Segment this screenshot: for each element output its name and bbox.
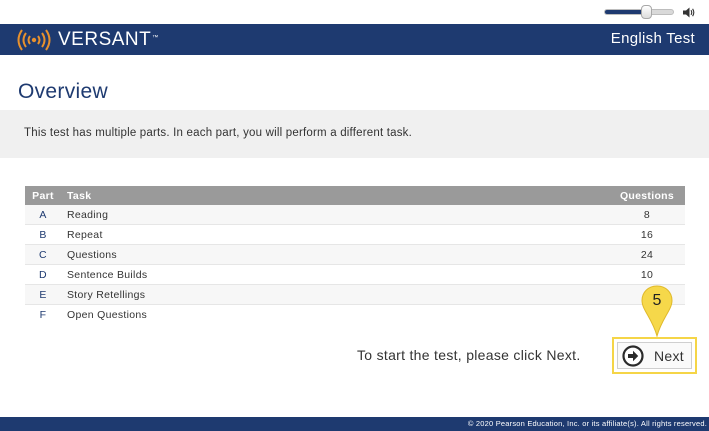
app-header: VERSANT ™ English Test [0,24,709,55]
column-header-questions: Questions [609,186,685,205]
versant-logo: VERSANT ™ [14,28,158,52]
question-count: 8 [609,205,685,225]
volume-slider[interactable] [604,9,674,15]
volume-fill [605,10,646,14]
page-footer: © 2020 Pearson Education, Inc. or its af… [0,417,709,431]
task-name: Reading [61,205,609,225]
speaker-icon[interactable] [683,7,695,18]
part-letter: D [25,264,61,285]
part-letter: F [39,308,47,321]
sound-wave-logo-icon [17,29,51,51]
table-header-row: Part Task Questions [25,186,685,205]
brand-name: VERSANT [58,29,152,50]
table-row: E Story Retellings [25,284,685,305]
intro-panel: This test has multiple parts. In each pa… [0,110,709,158]
question-count: 16 [609,224,685,245]
question-count: 10 [609,264,685,285]
volume-bar [0,0,709,24]
task-name: Open Questions [67,308,148,321]
task-name: Story Retellings [61,284,609,305]
next-button-label[interactable]: Next [654,348,684,364]
table-row: D Sentence Builds 10 [25,264,685,285]
intro-text: This test has multiple parts. In each pa… [24,127,413,139]
test-parts-table: Part Task Questions A Reading 8 B Repeat… [25,186,685,324]
page-title: Overview [18,80,108,103]
brand-trademark: ™ [152,35,159,41]
copyright-text: © 2020 Pearson Education, Inc. or its af… [467,419,707,428]
column-header-task: Task [61,186,609,205]
test-title: English Test [610,30,695,47]
task-name: Repeat [61,224,609,245]
part-letter: A [25,205,61,225]
table-row: B Repeat 16 [25,224,685,245]
next-button[interactable]: Next [612,337,697,374]
part-letter: B [25,224,61,245]
table-row: F Open Questions [25,305,685,325]
part-letter: E [25,284,61,305]
step-number: 5 [652,292,662,309]
task-name: Questions [61,244,609,265]
task-name: Sentence Builds [61,264,609,285]
column-header-part: Part [25,186,61,205]
volume-slider-handle[interactable] [640,5,652,19]
arrow-right-circle-icon[interactable] [622,345,644,367]
part-letter: C [25,244,61,265]
table-row: A Reading 8 [25,205,685,225]
table-row: C Questions 24 [25,244,685,265]
question-count: 24 [609,244,685,265]
start-instruction: To start the test, please click Next. [357,347,581,363]
